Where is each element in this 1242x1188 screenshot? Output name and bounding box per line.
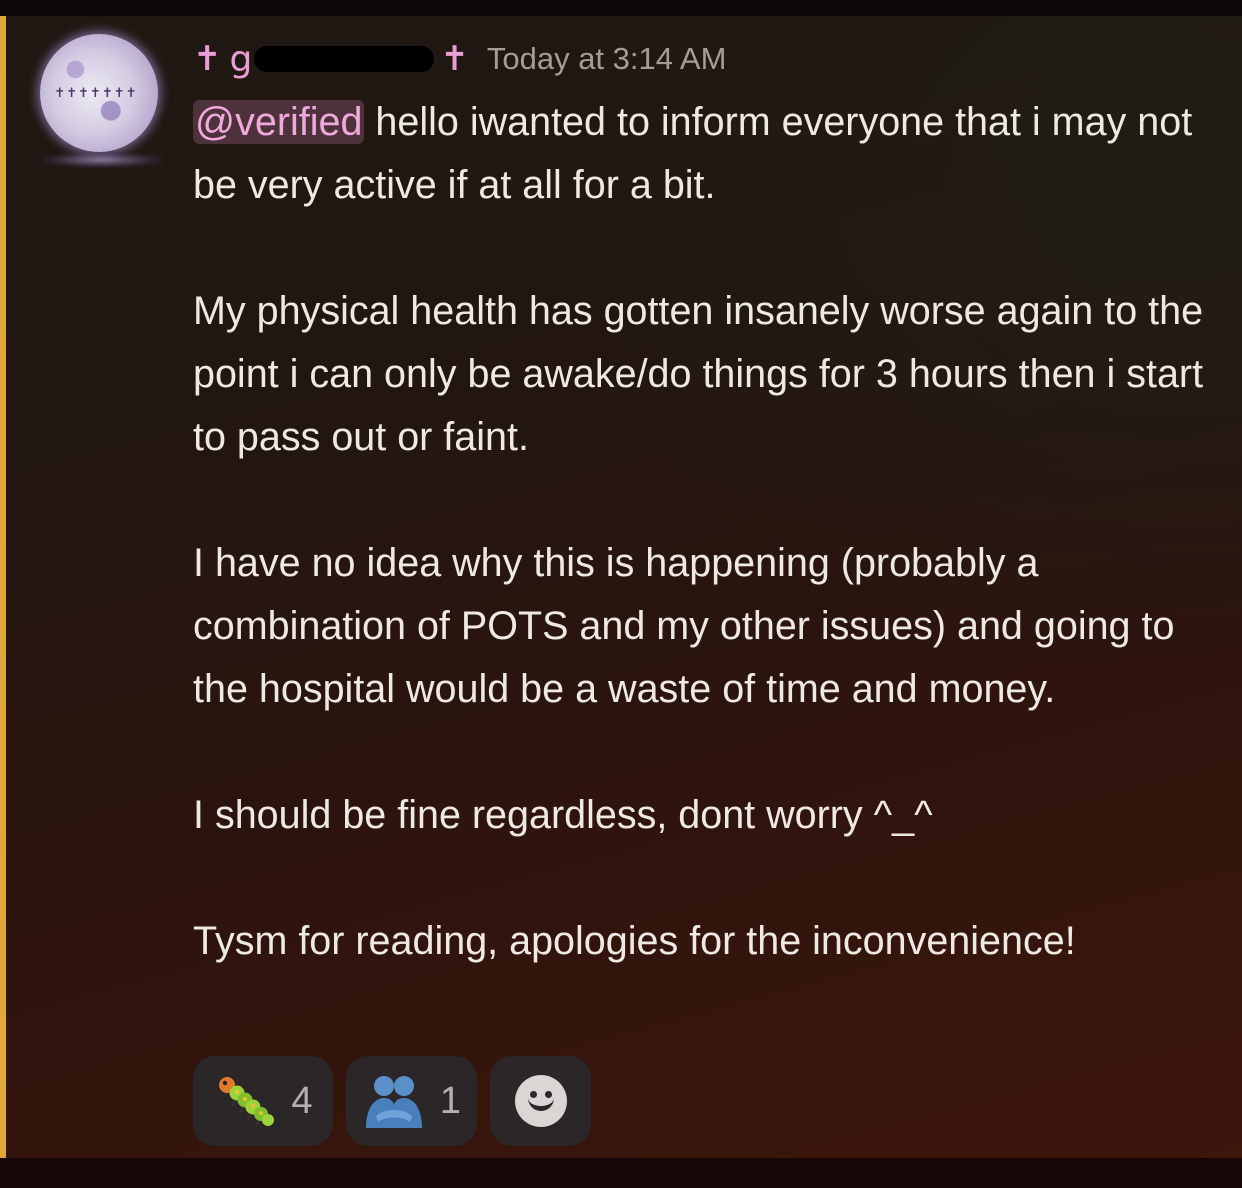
message-content: @verified hello iwanted to inform everyo…: [193, 91, 1223, 973]
username[interactable]: ✝ g ✝: [193, 39, 469, 80]
avatar-decoration-base: [42, 152, 162, 168]
reaction-count: 1: [439, 1079, 462, 1122]
message-paragraph: My physical health has gotten insanely w…: [193, 289, 1204, 459]
reactions-bar: 4 1: [193, 1056, 591, 1146]
top-frame: [0, 0, 1242, 16]
message-header: ✝ g ✝ Today at 3:14 AM: [193, 34, 726, 84]
caterpillar-icon: [219, 1077, 275, 1127]
reaction-people-hugging[interactable]: 1: [346, 1056, 477, 1146]
role-mention[interactable]: @verified: [193, 100, 365, 144]
message-paragraph: @verified hello iwanted to inform everyo…: [193, 91, 1223, 217]
cross-prefix: ✝: [193, 39, 222, 79]
message-timestamp[interactable]: Today at 3:14 AM: [487, 41, 727, 77]
people-hugging-icon: [365, 1076, 422, 1128]
avatar-decoration: ✝✝✝✝✝✝✝: [54, 86, 138, 101]
avatar[interactable]: ✝✝✝✝✝✝✝: [32, 34, 162, 174]
reaction-count: 4: [291, 1079, 313, 1122]
redaction-mark: [254, 46, 435, 72]
cross-suffix: ✝: [440, 39, 469, 79]
message-paragraph: I should be fine regardless, dont worry …: [193, 793, 933, 837]
bottom-frame: [0, 1158, 1242, 1188]
username-visible-part: g: [229, 38, 253, 80]
smiley-add-reaction-icon: [514, 1075, 567, 1127]
message-container: ✝✝✝✝✝✝✝ ✝ g ✝ Today at 3:14 AM @verified…: [0, 16, 1242, 1158]
message-paragraph: Tysm for reading, apologies for the inco…: [193, 919, 1076, 963]
reaction-caterpillar[interactable]: 4: [193, 1056, 333, 1146]
highlight-accent-bar: [0, 16, 6, 1158]
message-paragraph: I have no idea why this is happening (pr…: [193, 541, 1175, 711]
add-reaction-button[interactable]: [490, 1056, 591, 1146]
